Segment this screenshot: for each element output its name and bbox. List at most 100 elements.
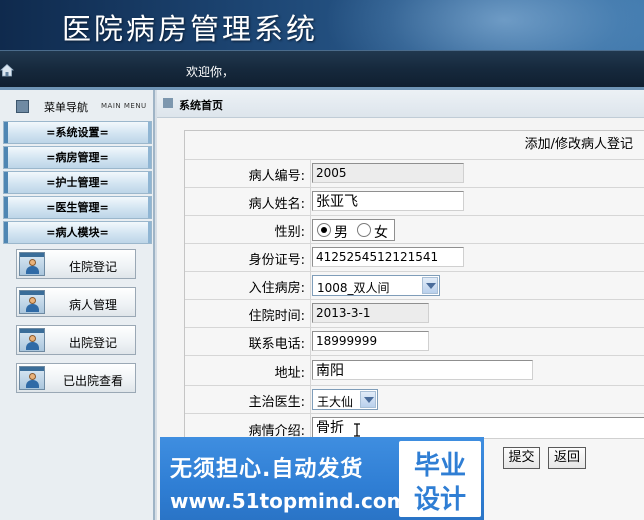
category-indicator [4, 122, 8, 143]
field-label: 病人姓名: [248, 197, 305, 212]
banner-glow [324, 0, 644, 50]
doctor-select[interactable]: 王大仙 [312, 389, 378, 410]
category-label: =病房管理= [46, 151, 109, 164]
category-indicator [148, 147, 151, 168]
row-separator [310, 160, 311, 187]
menu-header: 菜单导航 MAIN MENU [4, 96, 152, 116]
sidebar-item-patient-management[interactable]: 病人管理 [16, 287, 136, 317]
watermark-ad: 无须担心.自动发货 www.51topmind.com 毕业 设计 [160, 437, 484, 520]
form-title: 添加/修改病人登记 [524, 137, 633, 152]
category-indicator [4, 197, 8, 218]
sidebar-item-admission[interactable]: 住院登记 [16, 249, 136, 279]
sidebar-item-discharged-view[interactable]: 已出院查看 [16, 363, 136, 393]
category-indicator [4, 147, 8, 168]
gender-female-radio[interactable] [357, 223, 371, 237]
field-label: 身份证号: [248, 253, 305, 268]
category-label: =医生管理= [46, 201, 109, 214]
form-row-admit-time: 住院时间: 2013-3-1 [185, 299, 644, 327]
text-cursor-icon [354, 423, 360, 437]
category-label: =病人模块= [46, 226, 109, 239]
category-label: =系统设置= [46, 126, 109, 139]
ward-select-value: 1008_双人间 [317, 281, 390, 295]
submit-button[interactable]: 提交 [503, 447, 540, 469]
gender-radio-group: 男 女 [312, 219, 395, 241]
form-row-name: 病人姓名: 张亚飞 [185, 187, 644, 215]
ad-url: www.51topmind.com [170, 489, 408, 513]
category-indicator [148, 197, 151, 218]
menu-header-label: 菜单导航 [44, 101, 88, 114]
patient-icon [19, 366, 45, 390]
sidebar-item-discharge[interactable]: 出院登记 [16, 325, 136, 355]
category-indicator [148, 122, 151, 143]
app-title: 医院病房管理系统 [62, 12, 319, 46]
ad-badge-line1: 毕业 [413, 451, 466, 481]
field-label: 住院时间: [248, 309, 305, 324]
row-separator [310, 386, 311, 413]
row-separator [310, 300, 311, 327]
category-system-settings[interactable]: =系统设置= [3, 121, 152, 144]
form-row-room: 入住病房: 1008_双人间 [185, 271, 644, 299]
ward-select[interactable]: 1008_双人间 [312, 275, 440, 296]
form-row-phone: 联系电话: 18999999 [185, 327, 644, 355]
sidebar: 菜单导航 MAIN MENU =系统设置= =病房管理= =护士管理= =医生管… [0, 90, 155, 520]
row-separator [310, 188, 311, 215]
form-row-address: 地址: 南阳 [185, 355, 644, 385]
top-bar: 欢迎你， [0, 50, 644, 90]
row-separator [310, 272, 311, 299]
form-row-idcard: 身份证号: 4125254512121541 [185, 243, 644, 271]
welcome-text: 欢迎你， [186, 65, 235, 79]
category-doctor-management[interactable]: =医生管理= [3, 196, 152, 219]
row-separator [310, 356, 311, 385]
field-label: 联系电话: [248, 337, 305, 352]
admission-time-field[interactable]: 2013-3-1 [312, 303, 429, 323]
patient-name-field[interactable]: 张亚飞 [312, 191, 464, 211]
category-indicator [148, 222, 151, 243]
menu-icon [16, 100, 29, 113]
patient-icon [19, 290, 45, 314]
category-indicator [4, 222, 8, 243]
gender-female-label: 女 [374, 225, 388, 241]
row-separator [310, 216, 311, 243]
ad-badge-line2: 设计 [413, 485, 466, 515]
category-patient-module[interactable]: =病人模块= [3, 221, 152, 244]
sidebar-item-label: 住院登记 [68, 260, 117, 274]
category-nurse-management[interactable]: =护士管理= [3, 171, 152, 194]
category-label: =护士管理= [46, 176, 109, 189]
doctor-select-value: 王大仙 [317, 395, 354, 409]
category-ward-management[interactable]: =病房管理= [3, 146, 152, 169]
sidebar-item-label: 病人管理 [68, 298, 117, 312]
back-button[interactable]: 返回 [548, 447, 586, 469]
form-row-doctor: 主治医生: 王大仙 [185, 385, 644, 413]
form-row-id: 病人编号: 2005 [185, 159, 644, 187]
gender-male-label: 男 [334, 225, 348, 241]
app-banner: 医院病房管理系统 [0, 0, 644, 50]
phone-field[interactable]: 18999999 [312, 331, 429, 351]
patient-icon [19, 252, 45, 276]
sidebar-item-label: 出院登记 [68, 336, 117, 350]
breadcrumb-icon [163, 98, 173, 108]
patient-icon [19, 328, 45, 352]
field-label: 病人编号: [248, 169, 305, 184]
menu-header-sub: MAIN MENU [101, 102, 147, 110]
form-row-gender: 性别: 男 女 [185, 215, 644, 243]
row-separator [310, 328, 311, 355]
id-card-field[interactable]: 4125254512121541 [312, 247, 464, 267]
field-label: 性别: [274, 225, 305, 240]
chevron-down-icon[interactable] [360, 391, 376, 408]
breadcrumb: 系统首页 [157, 90, 644, 118]
category-indicator [148, 172, 151, 193]
ad-badge: 毕业 设计 [399, 441, 481, 517]
field-label: 入住病房: [248, 281, 305, 296]
category-indicator [4, 172, 8, 193]
field-label: 地址: [274, 366, 305, 381]
home-icon[interactable] [0, 63, 14, 77]
address-field[interactable]: 南阳 [312, 360, 533, 380]
field-label: 主治医生: [248, 395, 305, 410]
sidebar-item-label: 已出院查看 [62, 374, 123, 388]
patient-id-field[interactable]: 2005 [312, 163, 464, 183]
row-separator [310, 244, 311, 271]
ad-slogan: 无须担心.自动发货 [170, 457, 364, 482]
breadcrumb-label: 系统首页 [179, 99, 223, 112]
chevron-down-icon[interactable] [422, 277, 438, 294]
gender-male-radio[interactable] [317, 223, 331, 237]
